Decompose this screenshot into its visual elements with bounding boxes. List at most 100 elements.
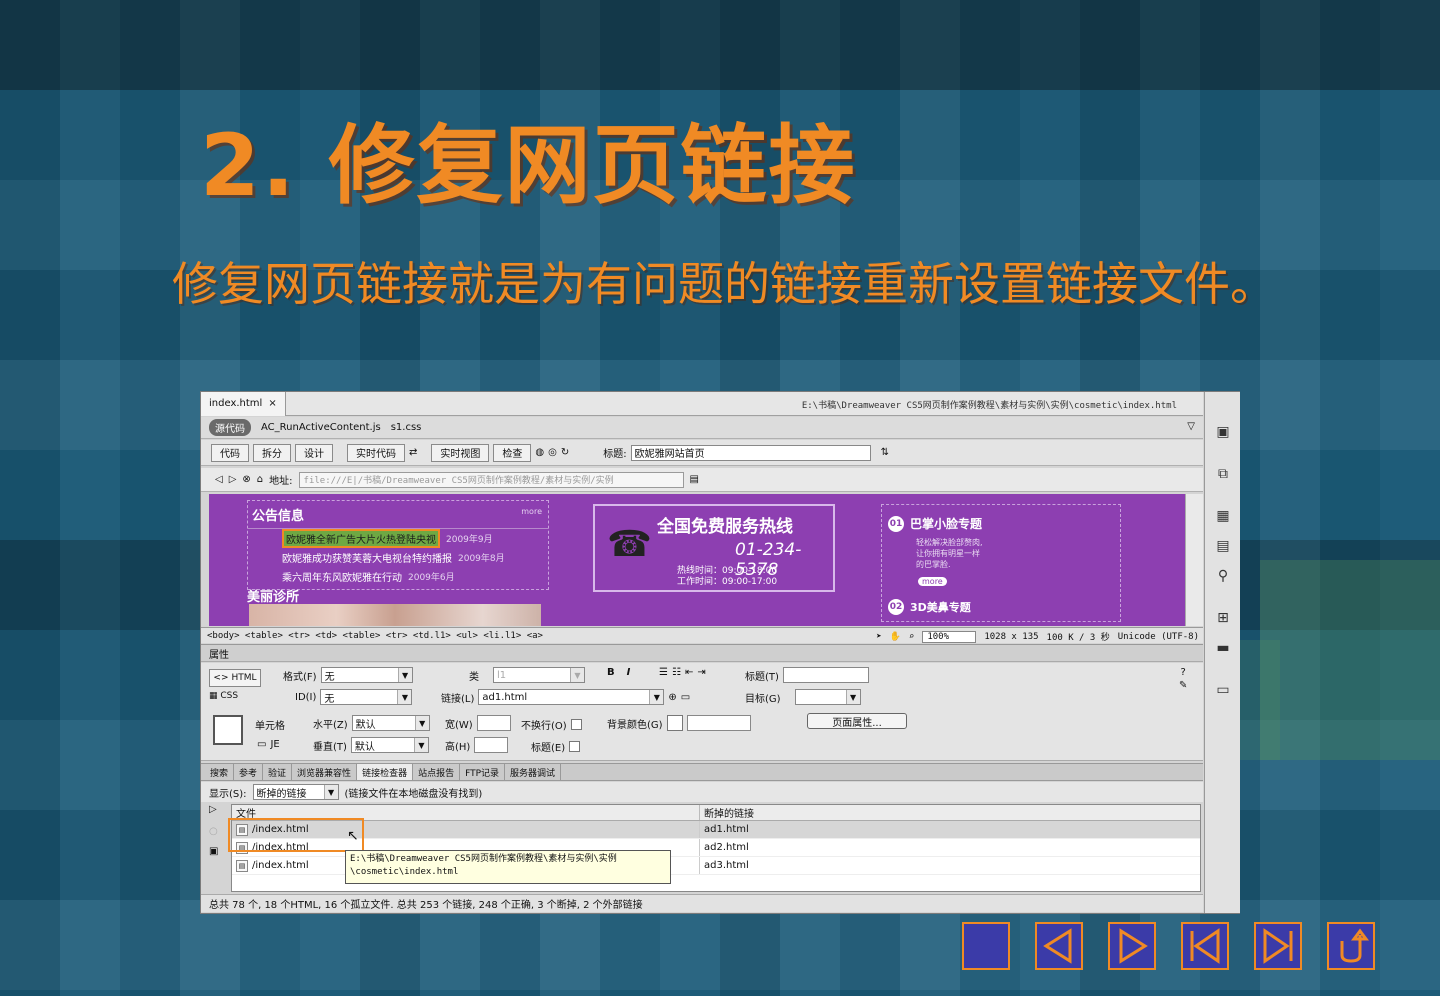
news-item[interactable]: 欧妮雅成功获赞芙蓉大电视台特约播报 2009年8月 xyxy=(248,548,548,567)
stop-check-icon[interactable]: ○ xyxy=(209,826,218,837)
row-broken-link[interactable]: ad1.html xyxy=(704,824,749,835)
help-icon[interactable]: ? xyxy=(1181,667,1186,678)
tab-index-html[interactable]: index.html × xyxy=(201,391,286,416)
point-to-file-icon[interactable]: ⊕ xyxy=(668,692,676,703)
properties-header[interactable]: 属性 xyxy=(201,644,1203,662)
ordered-list-icon[interactable]: ☷ xyxy=(672,667,681,678)
inspect-mode-icon[interactable]: ⇄ xyxy=(409,447,417,458)
topic-more-link[interactable]: more xyxy=(918,577,947,586)
tab-validation[interactable]: 验证 xyxy=(263,764,293,780)
bindings-icon[interactable]: ⚲ xyxy=(1213,566,1233,586)
zoom-icon[interactable]: ⌕ xyxy=(909,632,914,642)
snippets-icon[interactable]: ▭ xyxy=(1213,680,1233,700)
assets-icon[interactable]: ▬ xyxy=(1213,638,1233,658)
row-broken-link[interactable]: ad2.html xyxy=(704,842,749,853)
save-report-icon[interactable]: ▣ xyxy=(209,846,218,857)
special-topic-2[interactable]: 02 3D美鼻专题 xyxy=(888,599,971,615)
show-select[interactable]: 断掉的链接 ▼ xyxy=(252,784,339,800)
horz-select[interactable]: 默认 ▼ xyxy=(351,715,430,731)
link-title-input[interactable] xyxy=(782,667,869,683)
design-view[interactable]: 公告信息 more 欧妮雅全新广告大片火热登陆央视 2009年9月 欧妮雅成功获… xyxy=(209,494,1185,626)
preview-icon[interactable]: ◎ xyxy=(548,447,557,458)
view-options-icon[interactable]: ▤ xyxy=(690,474,699,485)
bgcolor-input[interactable] xyxy=(686,715,751,731)
link-input[interactable]: ad1.html ▼ xyxy=(478,689,665,705)
vert-select[interactable]: 默认 ▼ xyxy=(350,737,429,753)
bold-button[interactable]: B xyxy=(607,667,615,678)
title-input[interactable]: 欧妮雅网站首页 xyxy=(630,444,871,461)
code-view-button[interactable]: 代码 xyxy=(211,443,249,462)
stop-icon[interactable]: ⊗ xyxy=(242,474,250,485)
unordered-list-icon[interactable]: ☰ xyxy=(659,667,668,678)
related-file[interactable]: s1.css xyxy=(391,422,422,433)
tag-selector[interactable]: <body> <table> <tr> <td> <table> <tr> <t… xyxy=(207,631,543,641)
page-properties-button[interactable]: 页面属性... xyxy=(807,713,907,729)
class-select[interactable]: l1 ▼ xyxy=(493,667,585,683)
next-button[interactable] xyxy=(1108,922,1156,970)
row-file[interactable]: /index.html xyxy=(252,860,309,871)
target-select[interactable]: ▼ xyxy=(794,689,861,705)
live-view-button[interactable]: 实时视图 xyxy=(431,443,490,462)
zoom-select[interactable]: 100% xyxy=(922,630,977,643)
color-picker[interactable] xyxy=(666,715,683,731)
col-broken-header[interactable]: 断掉的链接 xyxy=(700,805,754,820)
ap-elements-icon[interactable]: ▦ xyxy=(1213,506,1233,526)
news-link[interactable]: 乘六周年东风欧妮雅在行动 xyxy=(282,569,402,584)
split-view-button[interactable]: 拆分 xyxy=(253,443,291,462)
tab-ftp-log[interactable]: FTP记录 xyxy=(460,764,506,780)
news-item[interactable]: 欧妮雅全新广告大片火热登陆央视 2009年9月 xyxy=(248,529,548,548)
databases-icon[interactable]: ▤ xyxy=(1213,536,1233,556)
split-cell-label[interactable]: JE xyxy=(270,739,279,750)
hand-icon[interactable]: ✋ xyxy=(890,632,901,642)
id-select[interactable]: 无 ▼ xyxy=(320,689,413,705)
filter-icon[interactable]: ▽ xyxy=(1187,421,1195,432)
height-input[interactable] xyxy=(474,737,509,753)
html-mode-button[interactable]: <> HTML xyxy=(209,669,261,687)
window-size[interactable]: 1028 x 135 xyxy=(984,632,1038,642)
italic-button[interactable]: I xyxy=(627,667,631,678)
tab-server-debug[interactable]: 服务器调试 xyxy=(505,764,562,780)
source-code-button[interactable]: 源代码 xyxy=(209,419,251,436)
stop-button[interactable] xyxy=(962,922,1010,970)
nowrap-checkbox[interactable] xyxy=(570,719,582,730)
insert-panel-icon[interactable]: ▣ xyxy=(1213,422,1233,442)
refresh-icon[interactable]: ↻ xyxy=(561,447,569,458)
home-icon[interactable]: ⌂ xyxy=(257,474,263,485)
quick-tag-icon[interactable]: ✎ xyxy=(1179,680,1187,691)
css-styles-icon[interactable]: ⧉ xyxy=(1213,464,1233,484)
design-scrollbar[interactable] xyxy=(1185,494,1203,626)
css-mode-button[interactable]: ▦ CSS xyxy=(209,691,238,701)
pointer-icon[interactable]: ➤ xyxy=(876,632,881,642)
header-checkbox[interactable] xyxy=(569,741,581,752)
merge-cells-icon[interactable]: ▭ xyxy=(257,739,266,750)
tab-link-checker[interactable]: 链接检查器 xyxy=(357,764,414,780)
tab-site-reports[interactable]: 站点报告 xyxy=(413,764,461,780)
tab-search[interactable]: 搜索 xyxy=(205,764,235,780)
close-icon[interactable]: × xyxy=(268,398,276,409)
outdent-icon[interactable]: ⇤ xyxy=(685,667,693,678)
tab-reference[interactable]: 参考 xyxy=(234,764,264,780)
row-broken-link[interactable]: ad3.html xyxy=(704,860,749,871)
address-input[interactable]: file:///E|/书稿/Dreamweaver CS5网页制作案例教程/素材… xyxy=(298,471,684,488)
last-button[interactable] xyxy=(1254,922,1302,970)
tab-browser-compat[interactable]: 浏览器兼容性 xyxy=(292,764,358,780)
width-input[interactable] xyxy=(476,715,511,731)
table-row[interactable]: ▤/index.html ad1.html xyxy=(232,821,1200,839)
news-link-selected[interactable]: 欧妮雅全新广告大片火热登陆央视 xyxy=(282,529,440,548)
format-select[interactable]: 无 ▼ xyxy=(320,667,413,683)
related-file[interactable]: AC_RunActiveContent.js xyxy=(261,422,381,433)
design-view-button[interactable]: 设计 xyxy=(295,443,333,462)
live-code-button[interactable]: 实时代码 xyxy=(347,443,405,462)
inspect-button[interactable]: 检查 xyxy=(493,443,532,462)
indent-icon[interactable]: ⇥ xyxy=(697,667,705,678)
notice-more-link[interactable]: more xyxy=(521,507,542,516)
run-check-icon[interactable]: ▷ xyxy=(209,804,217,815)
first-button[interactable] xyxy=(1181,922,1229,970)
file-management-icon[interactable]: ⇅ xyxy=(881,447,889,458)
return-button[interactable] xyxy=(1327,922,1375,970)
globe-icon[interactable]: ◍ xyxy=(535,447,544,458)
news-link[interactable]: 欧妮雅成功获赞芙蓉大电视台特约播报 xyxy=(282,550,452,565)
news-item[interactable]: 乘六周年东风欧妮雅在行动 2009年6月 xyxy=(248,567,548,586)
forward-icon[interactable]: ▷ xyxy=(229,474,237,485)
back-icon[interactable]: ◁ xyxy=(215,474,223,485)
